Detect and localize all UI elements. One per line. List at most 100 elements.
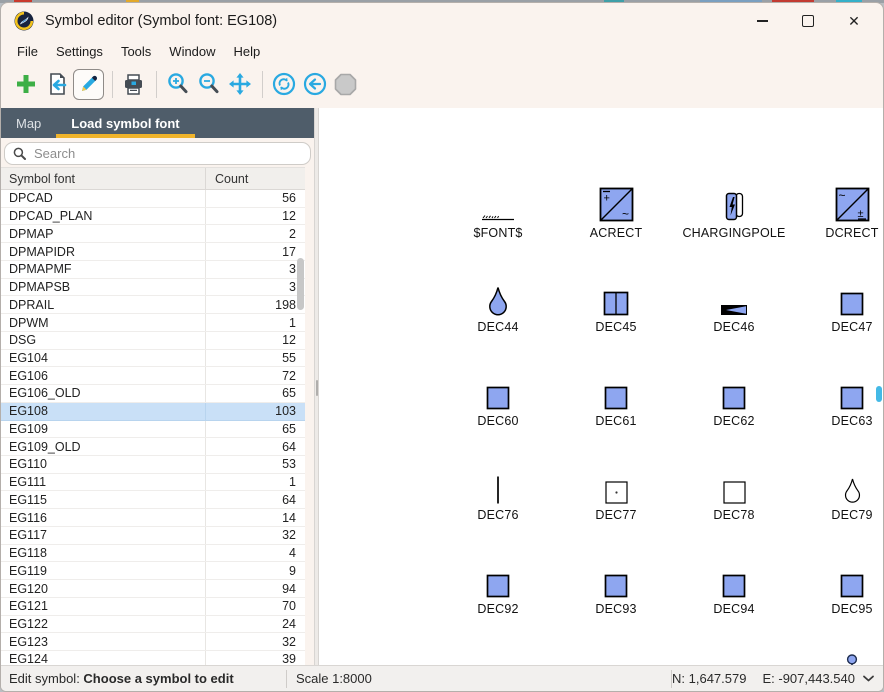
rect-split-glyph-icon — [603, 262, 629, 316]
table-row-dpcad[interactable]: DPCAD56 — [1, 190, 305, 208]
tab-load-symbol-font[interactable]: Load symbol font — [56, 108, 194, 138]
table-row-dpmapmf[interactable]: DPMAPMF3 — [1, 261, 305, 279]
table-row-dpmapidr[interactable]: DPMAPIDR17 — [1, 243, 305, 261]
table-row-dpcad-plan[interactable]: DPCAD_PLAN12 — [1, 208, 305, 226]
chevron-down-icon[interactable] — [862, 674, 875, 683]
table-row-dprail[interactable]: DPRAIL198 — [1, 296, 305, 314]
table-row-dsg[interactable]: DSG12 — [1, 332, 305, 350]
table-row-eg104[interactable]: EG10455 — [1, 350, 305, 368]
menu-item-tools[interactable]: Tools — [112, 41, 160, 62]
table-row-eg115[interactable]: EG11564 — [1, 491, 305, 509]
symbol-count: 14 — [205, 509, 305, 526]
symbol-cell-dec46[interactable]: DEC46 — [675, 262, 793, 356]
menu-item-settings[interactable]: Settings — [47, 41, 112, 62]
minimize-button[interactable] — [739, 3, 785, 39]
symbol-cell-chargingpole[interactable]: CHARGINGPOLE — [675, 168, 793, 262]
table-row-eg108[interactable]: EG108103 — [1, 403, 305, 421]
symbol-font-name: DPCAD_PLAN — [1, 209, 205, 223]
load-symbol-font-button[interactable] — [42, 70, 71, 99]
maximize-button[interactable] — [785, 3, 831, 39]
search-input[interactable] — [32, 145, 302, 162]
symbol-count: 32 — [205, 633, 305, 650]
column-header-symbol-font[interactable]: Symbol font — [1, 172, 205, 186]
symbol-cell-dec94[interactable]: DEC94 — [675, 544, 793, 638]
print-button[interactable] — [119, 70, 148, 99]
symbol-cell-dec79[interactable]: DEC79 — [793, 450, 884, 544]
table-row-eg124[interactable]: EG12439 — [1, 651, 305, 665]
main-area: MapLoad symbol font Symbol font Count DP… — [1, 108, 883, 665]
symbol-cell-dec62[interactable]: DEC62 — [675, 356, 793, 450]
tab-map[interactable]: Map — [1, 108, 56, 138]
symbol-font-name: EG123 — [1, 635, 205, 649]
table-row-dpmap[interactable]: DPMAP2 — [1, 225, 305, 243]
symbol-cell-font[interactable]: $FONT$ — [439, 168, 557, 262]
pan-button[interactable] — [225, 70, 254, 99]
symbol-cell-dec63[interactable]: DEC63 — [793, 356, 884, 450]
table-row-eg111[interactable]: EG1111 — [1, 474, 305, 492]
menu-item-help[interactable]: Help — [225, 41, 270, 62]
table-row-dpwm[interactable]: DPWM1 — [1, 314, 305, 332]
table-row-eg106[interactable]: EG10672 — [1, 367, 305, 385]
symbol-cell-acrect[interactable]: +~ACRECT — [557, 168, 675, 262]
svg-text:~: ~ — [622, 207, 629, 221]
symbol-cell-dec47[interactable]: DEC47 — [793, 262, 884, 356]
table-row-eg118[interactable]: EG1184 — [1, 545, 305, 563]
table-row-eg110[interactable]: EG11053 — [1, 456, 305, 474]
zoom-in-button[interactable] — [163, 70, 192, 99]
symbol-cell-dec45[interactable]: DEC45 — [557, 262, 675, 356]
refresh-button[interactable] — [269, 70, 298, 99]
add-button[interactable] — [11, 70, 40, 99]
table-row-eg109-old[interactable]: EG109_OLD64 — [1, 438, 305, 456]
minimize-icon — [757, 20, 768, 21]
table-row-eg117[interactable]: EG11732 — [1, 527, 305, 545]
table-row-eg120[interactable]: EG12094 — [1, 580, 305, 598]
table-row-eg116[interactable]: EG11614 — [1, 509, 305, 527]
edit-symbol-button[interactable] — [73, 69, 104, 100]
table-row-eg106-old[interactable]: EG106_OLD65 — [1, 385, 305, 403]
canvas-scrollbar-thumb[interactable] — [876, 386, 882, 402]
close-button[interactable]: ✕ — [831, 3, 877, 39]
svg-text:±: ± — [857, 208, 863, 220]
table-row-eg121[interactable]: EG12170 — [1, 598, 305, 616]
symbol-count: 55 — [205, 350, 305, 367]
symbol-cell-dec93[interactable]: DEC93 — [557, 544, 675, 638]
svg-text:+: + — [603, 193, 609, 205]
table-row-eg119[interactable]: EG1199 — [1, 562, 305, 580]
move-arrows-icon — [228, 72, 252, 96]
symbol-font-name: EG104 — [1, 351, 205, 365]
column-header-count[interactable]: Count — [205, 168, 305, 189]
symbol-label: DEC92 — [477, 602, 518, 616]
symbol-cell-dcrect[interactable]: ~±DCRECT — [793, 168, 884, 262]
menu-item-window[interactable]: Window — [160, 41, 224, 62]
table-row-eg122[interactable]: EG12224 — [1, 616, 305, 634]
symbol-label: DEC93 — [595, 602, 636, 616]
menu-item-file[interactable]: File — [8, 41, 47, 62]
table-row-eg109[interactable]: EG10965 — [1, 421, 305, 439]
status-coordinates: N: 1,647.579 E: -907,443.540 — [672, 671, 883, 686]
symbol-count: 17 — [205, 243, 305, 260]
symbol-count: 64 — [205, 491, 305, 508]
symbol-cell-dec77[interactable]: DEC77 — [557, 450, 675, 544]
table-row-dpmapsb[interactable]: DPMAPSB3 — [1, 279, 305, 297]
symbol-count: 1 — [205, 314, 305, 331]
symbol-count: 9 — [205, 562, 305, 579]
drop-filled-glyph-icon — [488, 262, 508, 316]
table-row-eg123[interactable]: EG12332 — [1, 633, 305, 651]
table-scrollbar-thumb[interactable] — [297, 258, 304, 310]
symbol-label: DEC63 — [831, 414, 872, 428]
symbol-cell-dec60[interactable]: DEC60 — [439, 356, 557, 450]
symbol-cell-dec92[interactable]: DEC92 — [439, 544, 557, 638]
symbol-cell-dec78[interactable]: DEC78 — [675, 450, 793, 544]
symbol-cell-dec44[interactable]: DEC44 — [439, 262, 557, 356]
symbol-cell-dec76[interactable]: DEC76 — [439, 450, 557, 544]
symbol-label: DEC77 — [595, 508, 636, 522]
symbol-cell-dec95[interactable]: DEC95 — [793, 544, 884, 638]
back-button[interactable] — [300, 70, 329, 99]
window-title: Symbol editor (Symbol font: EG108) — [45, 13, 277, 29]
splitter-handle-icon — [316, 380, 318, 396]
symbol-font-name: EG119 — [1, 564, 205, 578]
symbol-cell-dec61[interactable]: DEC61 — [557, 356, 675, 450]
stop-button[interactable] — [331, 70, 360, 99]
zoom-out-button[interactable] — [194, 70, 223, 99]
symbol-label: DEC45 — [595, 320, 636, 334]
